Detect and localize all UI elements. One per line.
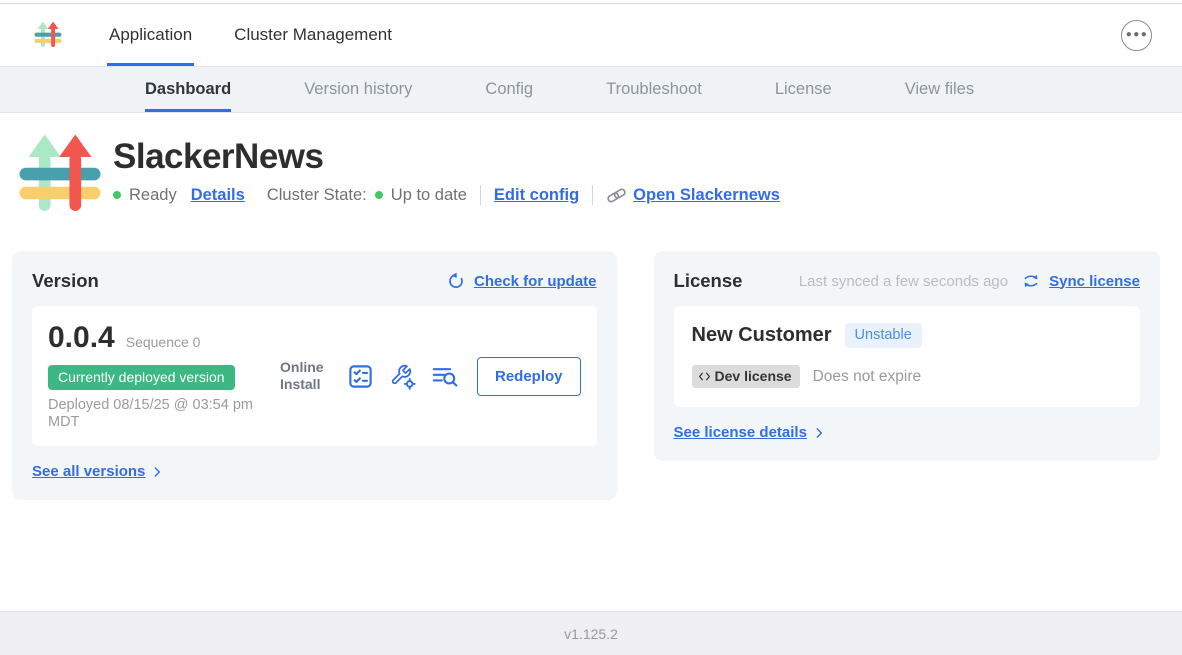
- app-status-dot: [113, 191, 121, 199]
- see-license-details-link[interactable]: See license details: [674, 424, 807, 441]
- license-expiry-text: Does not expire: [813, 368, 922, 386]
- page-title: SlackerNews: [113, 134, 780, 180]
- app-status-text: Ready: [129, 186, 177, 205]
- license-type-label: Dev license: [715, 368, 792, 384]
- refresh-icon: [447, 272, 465, 290]
- customer-name: New Customer: [692, 324, 832, 347]
- last-synced-text: Last synced a few seconds ago: [799, 273, 1008, 290]
- subnav-config-label: Config: [485, 80, 533, 99]
- cluster-state-text: Up to date: [391, 186, 467, 205]
- app-header: SlackerNews Ready Details Cluster State:…: [0, 113, 1182, 222]
- slackernews-app-icon: [15, 128, 105, 222]
- subnav-troubleshoot-label: Troubleshoot: [606, 80, 702, 99]
- chevron-right-icon: [812, 426, 826, 440]
- subnav-version-history-label: Version history: [304, 80, 412, 99]
- version-card: Version Check for update: [12, 251, 617, 500]
- divider: [592, 185, 593, 205]
- current-version-panel: 0.0.4 Sequence 0 Currently deployed vers…: [32, 306, 597, 446]
- console-footer: v1.125.2: [0, 611, 1182, 655]
- install-type-label: Online Install: [280, 359, 332, 394]
- configure-wrench-icon[interactable]: [389, 363, 416, 390]
- cluster-state-label: Cluster State:: [267, 186, 367, 205]
- top-nav-tabs: Application Cluster Management: [107, 4, 394, 66]
- sync-license-link[interactable]: Sync license: [1049, 273, 1140, 290]
- console-version: v1.125.2: [564, 626, 618, 642]
- sync-arrows-icon: [1022, 272, 1040, 290]
- link-chain-icon: [606, 185, 627, 206]
- sequence-label: Sequence 0: [126, 334, 201, 350]
- license-card: License Last synced a few seconds ago Sy…: [654, 251, 1160, 461]
- edit-config-link[interactable]: Edit config: [494, 186, 579, 205]
- license-card-title: License: [674, 270, 743, 292]
- tab-application-label: Application: [109, 25, 192, 45]
- subnav-tab-troubleshoot[interactable]: Troubleshoot: [606, 67, 702, 112]
- subnav-tab-config[interactable]: Config: [485, 67, 533, 112]
- app-subnav: Dashboard Version history Config Trouble…: [0, 67, 1182, 113]
- subnav-tab-version-history[interactable]: Version history: [304, 67, 412, 112]
- subnav-dashboard-label: Dashboard: [145, 80, 231, 99]
- overflow-menu-button[interactable]: ●●●: [1121, 20, 1152, 51]
- ellipsis-icon: ●●●: [1125, 30, 1149, 40]
- chevron-right-icon: [150, 465, 164, 479]
- top-nav: Application Cluster Management ●●●: [0, 4, 1182, 67]
- subnav-view-files-label: View files: [905, 80, 974, 99]
- license-panel: New Customer Unstable Dev license: [674, 306, 1140, 407]
- view-logs-icon[interactable]: [431, 363, 458, 390]
- admin-console-page: Application Cluster Management ●●● Dashb…: [0, 0, 1182, 655]
- open-app-link[interactable]: Open Slackernews: [633, 186, 780, 205]
- preflight-checks-icon[interactable]: [347, 363, 374, 390]
- tab-cluster-management[interactable]: Cluster Management: [232, 4, 394, 66]
- check-for-update-link[interactable]: Check for update: [474, 273, 597, 290]
- divider: [480, 185, 481, 205]
- channel-badge: Unstable: [845, 323, 922, 348]
- version-number: 0.0.4: [48, 321, 115, 355]
- version-card-title: Version: [32, 270, 99, 292]
- dashboard-cards: Version Check for update: [0, 251, 1182, 500]
- subnav-tab-license[interactable]: License: [775, 67, 832, 112]
- tab-application[interactable]: Application: [107, 4, 194, 66]
- subnav-tab-view-files[interactable]: View files: [905, 67, 974, 112]
- details-link[interactable]: Details: [191, 186, 245, 205]
- dashboard-main: SlackerNews Ready Details Cluster State:…: [0, 113, 1182, 611]
- app-status-row: Ready Details Cluster State: Up to date …: [113, 185, 780, 206]
- deployed-timestamp: Deployed 08/15/25 @ 03:54 pm MDT: [48, 397, 262, 431]
- subnav-tab-dashboard[interactable]: Dashboard: [145, 67, 231, 112]
- see-all-versions-link[interactable]: See all versions: [32, 463, 145, 480]
- cluster-status-dot: [375, 191, 383, 199]
- redeploy-button[interactable]: Redeploy: [477, 357, 581, 396]
- license-type-badge: Dev license: [692, 365, 800, 388]
- subnav-license-label: License: [775, 80, 832, 99]
- deployed-badge: Currently deployed version: [48, 365, 235, 390]
- replicated-logo-icon[interactable]: [33, 19, 63, 51]
- tab-cluster-management-label: Cluster Management: [234, 25, 392, 45]
- code-brackets-icon: [698, 370, 711, 383]
